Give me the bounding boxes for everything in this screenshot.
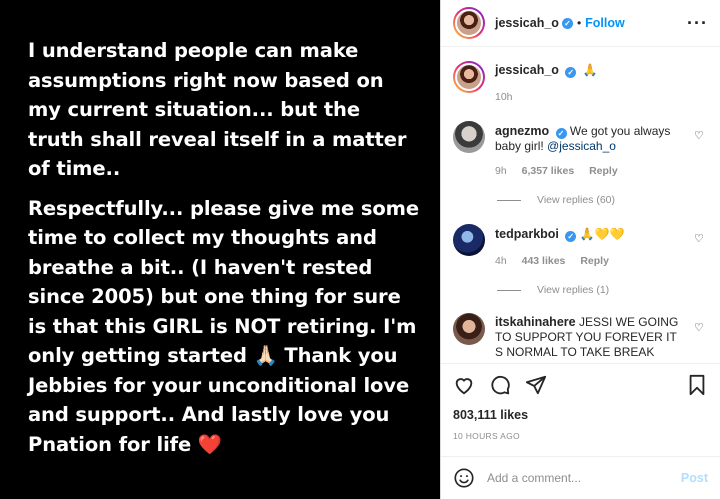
- heart-icon[interactable]: [453, 374, 475, 396]
- comment-time[interactable]: 4h: [495, 255, 507, 267]
- post-header: jessicah_o ✓ • Follow ···: [441, 0, 720, 47]
- comment-like-heart-icon[interactable]: ♡: [694, 322, 706, 334]
- avatar[interactable]: [453, 7, 485, 39]
- emoji-icon[interactable]: [453, 467, 475, 489]
- comment-input[interactable]: [487, 471, 681, 485]
- comment-time[interactable]: 9h: [495, 165, 507, 177]
- comment-item: tedparkboi ✓ 🙏💛💛 4h 443 likes Reply ♡: [453, 224, 706, 269]
- avatar[interactable]: [453, 224, 485, 256]
- view-replies-button[interactable]: View replies (1): [497, 284, 706, 296]
- comment-username[interactable]: tedparkboi: [495, 227, 559, 241]
- replies-divider: [497, 199, 521, 201]
- comment-mention[interactable]: @jessicah_o: [547, 139, 616, 153]
- caption-username[interactable]: jessicah_o: [495, 63, 559, 77]
- verified-icon: ✓: [565, 231, 577, 242]
- verified-icon: ✓: [555, 128, 567, 139]
- bookmark-icon[interactable]: [686, 374, 708, 396]
- avatar[interactable]: [453, 121, 485, 153]
- separator-dot: •: [576, 16, 582, 30]
- caption: jessicah_o ✓ 🙏 10h: [453, 61, 706, 105]
- reply-button[interactable]: Reply: [580, 255, 609, 267]
- comment-item: agnezmo ✓ We got you always baby girl! @…: [453, 121, 706, 179]
- comments-list[interactable]: jessicah_o ✓ 🙏 10h agnezmo ✓ We got you …: [441, 48, 720, 363]
- comment-text: 🙏💛💛: [579, 227, 625, 241]
- post-text-paragraph-1: I understand people can make assumptions…: [28, 39, 407, 180]
- comment-like-heart-icon[interactable]: ♡: [694, 130, 706, 142]
- follow-button[interactable]: Follow: [585, 16, 625, 30]
- comment-item: itskahinahere JESSI WE GOING TO SUPPORT …: [453, 313, 706, 360]
- view-replies-label[interactable]: View replies (60): [537, 194, 615, 206]
- comment-like-heart-icon[interactable]: ♡: [694, 233, 706, 245]
- caption-text: 🙏: [582, 63, 598, 77]
- action-bar: [441, 363, 720, 405]
- reply-button[interactable]: Reply: [589, 165, 618, 177]
- comment-likes[interactable]: 443 likes: [522, 255, 566, 267]
- comment-icon[interactable]: [489, 374, 511, 396]
- post-side-panel: jessicah_o ✓ • Follow ··· jessicah_o ✓ 🙏…: [440, 0, 720, 499]
- post-timestamp[interactable]: 10 HOURS AGO: [453, 431, 520, 441]
- avatar[interactable]: [453, 313, 485, 345]
- comment-username[interactable]: agnezmo: [495, 124, 549, 138]
- post-comment-button[interactable]: Post: [681, 471, 708, 485]
- post-image: I understand people can make assumptions…: [0, 0, 440, 499]
- header-username[interactable]: jessicah_o: [495, 16, 559, 30]
- view-replies-button[interactable]: View replies (60): [497, 194, 706, 206]
- post-text-paragraph-2: Respectfully... please give me some time…: [28, 196, 419, 456]
- share-icon[interactable]: [525, 374, 547, 396]
- avatar[interactable]: [453, 61, 485, 93]
- view-replies-label[interactable]: View replies (1): [537, 284, 609, 296]
- comment-likes[interactable]: 6,357 likes: [522, 165, 575, 177]
- verified-icon: ✓: [565, 67, 577, 78]
- more-options-icon[interactable]: ···: [687, 13, 708, 34]
- likes-count[interactable]: 803,111 likes: [453, 408, 528, 422]
- comment-username[interactable]: itskahinahere: [495, 315, 576, 329]
- verified-icon: ✓: [561, 17, 573, 29]
- replies-divider: [497, 289, 521, 291]
- add-comment-bar: Post: [441, 456, 720, 499]
- caption-time[interactable]: 10h: [495, 91, 513, 103]
